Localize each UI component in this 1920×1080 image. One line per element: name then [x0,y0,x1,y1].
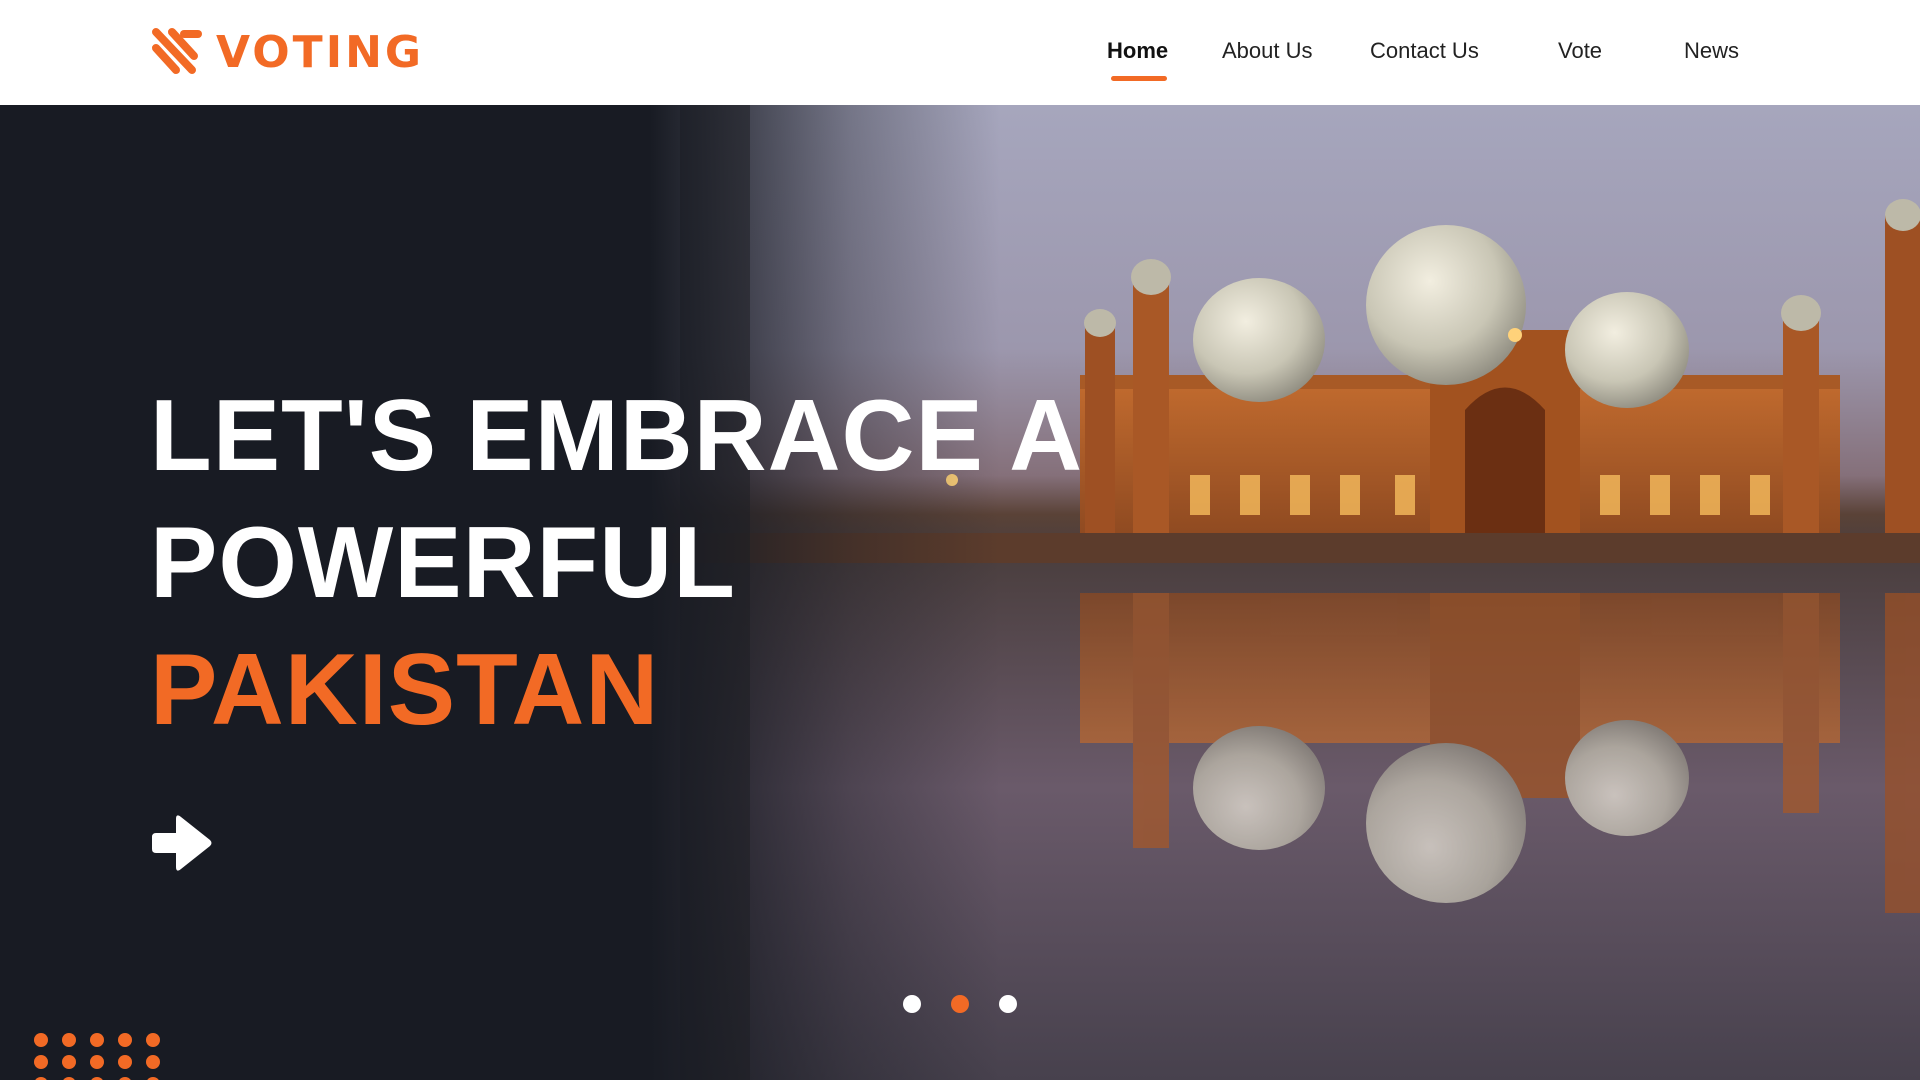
hero-cta-button[interactable] [150,811,214,875]
carousel-dot[interactable] [903,995,921,1013]
decorative-dot [34,1055,48,1069]
decorative-dot [34,1033,48,1047]
navbar: VOTING Home About Us Contact Us Vote New… [0,0,1920,105]
decorative-dot [90,1055,104,1069]
decorative-dot [118,1055,132,1069]
hero-headline: LET'S EMBRACE A POWERFUL PAKISTAN [150,373,1083,754]
headline-line-3: PAKISTAN [150,634,660,746]
nav-vote[interactable]: Vote [1558,38,1602,64]
headline-line-2: POWERFUL [150,507,736,619]
main-nav: Home About Us Contact Us Vote News [0,0,1920,105]
nav-home[interactable]: Home [1107,38,1168,64]
right-arrow-icon [152,815,212,871]
headline-line-1: LET'S EMBRACE A [150,380,1084,492]
carousel-indicators [0,995,1920,1017]
carousel-dot[interactable] [951,995,969,1013]
decorative-dot [90,1033,104,1047]
decorative-dot [62,1055,76,1069]
decorative-dot [146,1055,160,1069]
decorative-dot [62,1033,76,1047]
decorative-dot [118,1033,132,1047]
active-nav-indicator [1111,76,1167,81]
nav-contact-us[interactable]: Contact Us [1370,38,1479,64]
nav-news[interactable]: News [1684,38,1739,64]
hero-section: LET'S EMBRACE A POWERFUL PAKISTAN [0,105,1920,1080]
decorative-dot-grid [34,1033,174,1080]
decorative-dot [146,1033,160,1047]
carousel-dot[interactable] [999,995,1017,1013]
nav-about-us[interactable]: About Us [1222,38,1313,64]
